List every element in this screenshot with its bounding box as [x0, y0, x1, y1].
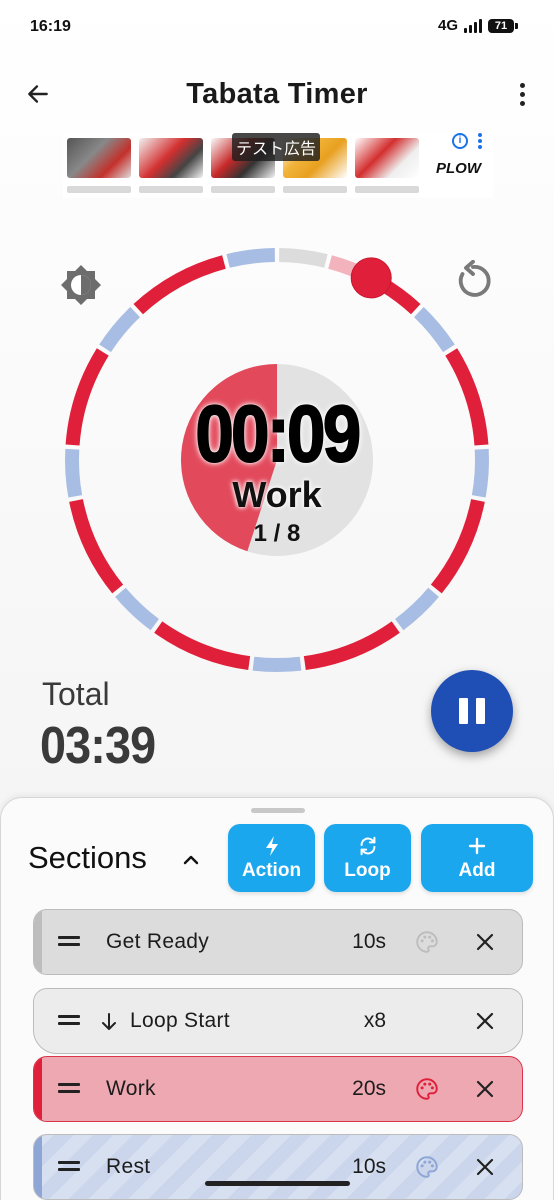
reset-button[interactable] — [452, 259, 494, 302]
ring-segment-rest — [99, 306, 141, 353]
progress-knob[interactable] — [350, 257, 392, 299]
drag-handle-icon[interactable] — [58, 1015, 82, 1027]
palette-icon[interactable] — [414, 1076, 440, 1102]
ring-segment-rest — [252, 656, 302, 672]
ring-segment-work — [445, 348, 489, 446]
round-counter: 1 / 8 — [253, 520, 301, 547]
ring-segment-work — [65, 348, 109, 446]
total-value: 03:39 — [40, 717, 156, 775]
section-row-work[interactable]: Work 20s — [33, 1056, 523, 1122]
sections-title: Sections — [28, 840, 147, 875]
section-duration: 10s — [352, 930, 386, 953]
timer-remaining: 00:09 — [195, 388, 362, 479]
section-row-rest[interactable]: Rest 10s — [33, 1134, 523, 1200]
close-icon[interactable] — [474, 1078, 496, 1100]
loop-button[interactable]: Loop — [324, 824, 411, 892]
ring-segment-work — [69, 499, 124, 594]
add-button[interactable]: Add — [421, 824, 533, 892]
add-button-label: Add — [458, 860, 496, 881]
section-repeat-count: x8 — [363, 1009, 386, 1032]
action-button[interactable]: Action — [228, 824, 315, 892]
sections-sheet: Sections Action Loop Add Get Ready 10s L… — [0, 797, 554, 1200]
plus-icon — [468, 837, 486, 855]
loop-button-label: Loop — [344, 860, 391, 881]
section-row-loop-start[interactable]: Loop Start x8 — [33, 988, 523, 1054]
chevron-up-icon — [183, 855, 199, 865]
ring-segment-rest — [226, 248, 276, 268]
reset-icon — [458, 259, 491, 297]
palette-icon[interactable] — [414, 1154, 440, 1180]
ring-segment-work — [303, 621, 400, 671]
section-label: Rest — [106, 1155, 151, 1178]
section-duration: 10s — [352, 1155, 386, 1178]
brightness-button[interactable] — [58, 262, 104, 308]
gesture-bar — [205, 1181, 350, 1186]
close-icon[interactable] — [474, 1010, 496, 1032]
lightning-icon — [265, 836, 278, 856]
section-duration: 20s — [352, 1077, 386, 1100]
timer-ring — [65, 248, 489, 672]
pause-icon — [459, 698, 468, 724]
ring-segment-rest — [115, 587, 160, 631]
action-button-label: Action — [241, 860, 302, 881]
drag-handle-icon[interactable] — [58, 936, 82, 948]
timer-phase: Work — [232, 474, 322, 515]
ring-segment-rest — [394, 587, 439, 631]
arrow-down-icon — [102, 1013, 116, 1030]
ring-segment-rest — [65, 448, 83, 498]
drag-handle-icon[interactable] — [58, 1083, 82, 1095]
loop-icon — [360, 836, 375, 856]
ring-segment-rest — [471, 448, 489, 498]
brightness-icon — [61, 265, 101, 305]
sheet-drag-handle[interactable] — [251, 808, 305, 813]
section-label: Work — [106, 1077, 156, 1100]
palette-icon[interactable] — [414, 929, 440, 955]
ring-segment-work — [154, 621, 251, 671]
pause-button[interactable] — [431, 670, 513, 752]
ring-segment-rest — [413, 306, 455, 353]
section-label: Get Ready — [106, 930, 210, 953]
total-label: Total — [42, 676, 110, 712]
section-label: Loop Start — [130, 1009, 230, 1032]
ring-segment-work — [430, 499, 485, 594]
ring-segment-work — [133, 255, 226, 315]
close-icon[interactable] — [474, 931, 496, 953]
ring-segment-ready — [278, 248, 328, 268]
drag-handle-icon[interactable] — [58, 1161, 82, 1173]
section-row-get-ready[interactable]: Get Ready 10s — [33, 909, 523, 975]
collapse-button[interactable] — [179, 848, 203, 870]
close-icon[interactable] — [474, 1156, 496, 1178]
